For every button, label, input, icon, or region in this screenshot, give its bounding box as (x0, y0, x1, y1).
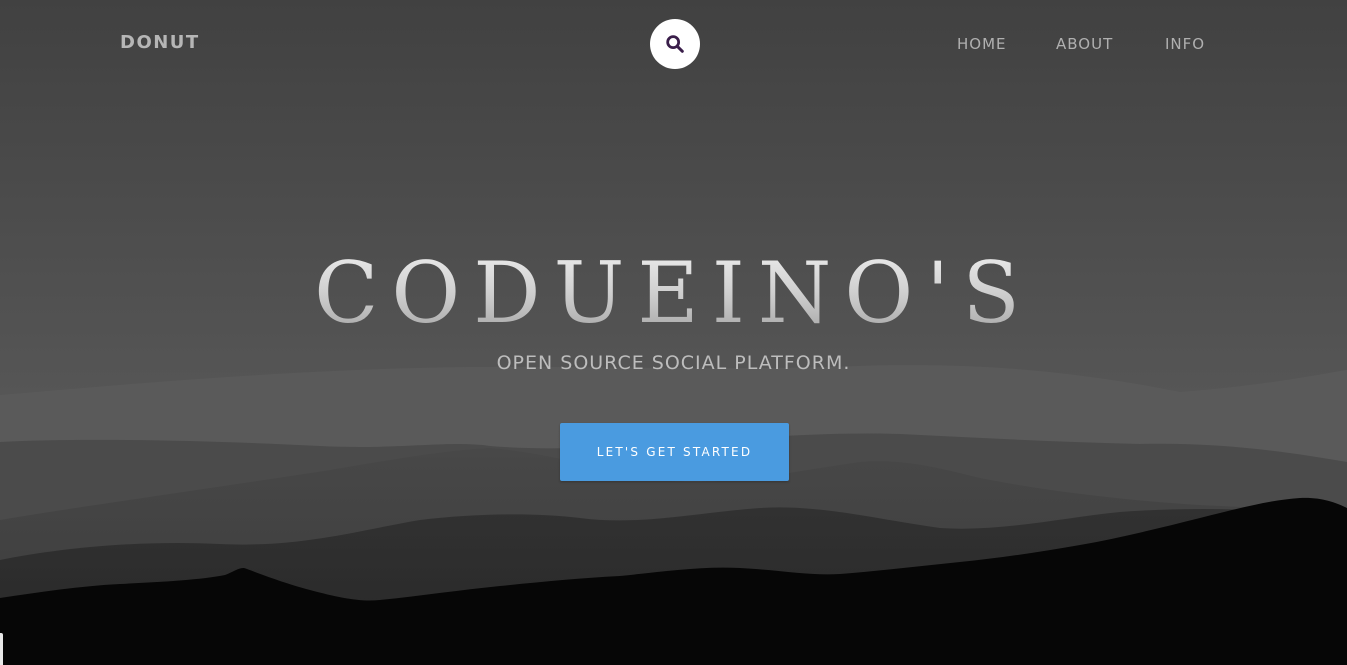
landing-page: DONUT HOME ABOUT INFO CODUEINO'S OPEN SO… (0, 0, 1347, 665)
hero-subtitle: OPEN SOURCE SOCIAL PLATFORM. (496, 352, 851, 374)
brand-logo[interactable]: DONUT (120, 31, 200, 55)
nav-link-home[interactable]: HOME (957, 34, 1007, 54)
scrollbar-handle[interactable] (0, 633, 3, 665)
search-icon (666, 35, 684, 53)
get-started-button[interactable]: LET'S GET STARTED (560, 423, 789, 481)
nav-link-about[interactable]: ABOUT (1056, 34, 1113, 54)
nav-link-info[interactable]: INFO (1165, 34, 1205, 54)
hero-title: CODUEINO'S (0, 238, 1347, 348)
search-button[interactable] (650, 19, 700, 69)
